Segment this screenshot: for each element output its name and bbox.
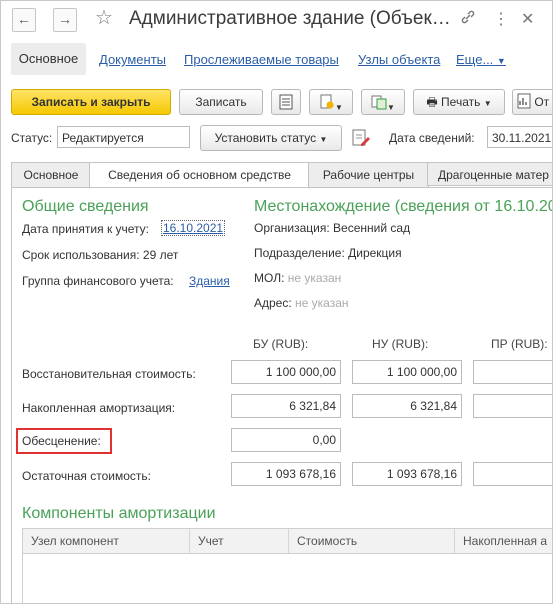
organization-text: Организация: Весенний сад bbox=[254, 221, 411, 235]
restoration-cost-pr[interactable] bbox=[473, 360, 552, 384]
caret-down-icon: ▼ bbox=[496, 56, 506, 66]
printer-icon: 🖶 bbox=[426, 95, 438, 109]
restoration-cost-nu[interactable]: 1 100 000,00 bbox=[352, 360, 462, 384]
set-status-button[interactable]: Установить статус ▼ bbox=[200, 125, 342, 151]
list-icon-button[interactable] bbox=[271, 89, 301, 115]
back-button[interactable]: ← bbox=[12, 8, 36, 32]
print-button[interactable]: 🖶 Печать ▼ bbox=[413, 89, 505, 115]
more-icon[interactable]: ⋮ bbox=[493, 9, 509, 29]
arrow-right-icon: → bbox=[58, 11, 72, 27]
residual-value-bu[interactable]: 1 093 678,16 bbox=[231, 462, 341, 486]
tab-main[interactable]: Основное bbox=[11, 162, 91, 188]
caret-down-icon: ▼ bbox=[335, 103, 343, 112]
impairment-bu[interactable]: 0,00 bbox=[231, 428, 341, 452]
caret-down-icon: ▼ bbox=[483, 99, 492, 108]
list-icon bbox=[279, 94, 293, 110]
nav-item-main[interactable]: Основное bbox=[11, 43, 86, 75]
depreciation-label: Накопленная амортизация: bbox=[22, 401, 176, 415]
forward-button[interactable]: → bbox=[53, 8, 77, 32]
usage-term: Срок использования: 29 лет bbox=[22, 248, 179, 262]
depreciation-pr[interactable] bbox=[473, 394, 552, 418]
fin-group-link[interactable]: Здания bbox=[189, 274, 230, 288]
caret-down-icon: ▼ bbox=[387, 103, 395, 112]
tab-precious-materials[interactable]: Драгоценные матер bbox=[427, 162, 552, 186]
location-section-title: Местонахождение (сведения от 16.10.2021 bbox=[254, 198, 553, 215]
report-icon bbox=[517, 93, 531, 109]
depreciation-nu[interactable]: 6 321,84 bbox=[352, 394, 462, 418]
components-section-title: Компоненты амортизации bbox=[22, 505, 216, 522]
link-icon[interactable] bbox=[460, 9, 476, 30]
save-close-button[interactable]: Записать и закрыть bbox=[11, 89, 171, 115]
arrow-left-icon: ← bbox=[17, 11, 31, 27]
date-label: Дата сведений: bbox=[389, 131, 475, 145]
window-title: Административное здание (Объек… bbox=[129, 8, 451, 29]
address-row: Адрес: не указан bbox=[254, 296, 349, 310]
report-button[interactable]: От bbox=[512, 89, 552, 115]
address-label: Адрес: bbox=[254, 296, 292, 310]
residual-value-nu[interactable]: 1 093 678,16 bbox=[352, 462, 462, 486]
header-nu: НУ (RUB): bbox=[372, 337, 429, 351]
components-table-body[interactable] bbox=[22, 553, 552, 603]
create-based-button[interactable]: ▼ bbox=[309, 89, 353, 115]
tab-asset-info[interactable]: Сведения об основном средстве bbox=[89, 162, 310, 189]
accept-date-label: Дата принятия к учету: bbox=[22, 222, 150, 236]
column-node[interactable]: Узел компонент bbox=[23, 529, 189, 553]
residual-value-pr[interactable] bbox=[473, 462, 552, 486]
depreciation-bu[interactable]: 6 321,84 bbox=[231, 394, 341, 418]
status-label: Статус: bbox=[11, 131, 53, 145]
nav-item-object-nodes[interactable]: Узлы объекта bbox=[358, 52, 440, 67]
column-cost[interactable]: Стоимость bbox=[288, 529, 454, 553]
general-section-title: Общие сведения bbox=[22, 198, 149, 215]
mol-value: не указан bbox=[287, 271, 342, 285]
tab-work-centers[interactable]: Рабочие центры bbox=[308, 162, 429, 188]
address-value: не указан bbox=[295, 296, 349, 310]
favorite-star-icon[interactable]: ☆ bbox=[95, 5, 113, 30]
header-bu: БУ (RUB): bbox=[253, 337, 309, 351]
column-accumulated[interactable]: Накопленная а bbox=[454, 529, 552, 553]
division-text: Подразделение: Дирекция bbox=[254, 246, 402, 260]
save-button[interactable]: Записать bbox=[179, 89, 263, 115]
document-gear-icon bbox=[320, 94, 334, 109]
tab-divider bbox=[11, 187, 552, 188]
fin-group-label: Группа финансового учета: bbox=[22, 274, 174, 288]
nav-item-documents[interactable]: Документы bbox=[99, 52, 166, 67]
header-pr: ПР (RUB): bbox=[491, 337, 548, 351]
restoration-cost-bu[interactable]: 1 100 000,00 bbox=[231, 360, 341, 384]
related-documents-icon bbox=[371, 95, 387, 110]
nav-item-more[interactable]: Еще... ▼ bbox=[456, 52, 506, 67]
edit-document-icon[interactable] bbox=[350, 127, 372, 152]
mol-row: МОЛ: не указан bbox=[254, 271, 341, 285]
tab-panel-border bbox=[11, 187, 12, 603]
restoration-cost-label: Восстановительная стоимость: bbox=[22, 367, 196, 381]
date-field[interactable]: 30.11.2021 bbox=[487, 126, 552, 148]
column-accounting[interactable]: Учет bbox=[189, 529, 288, 553]
accept-date-link[interactable]: 16.10.2021 bbox=[161, 220, 226, 236]
impairment-label: Обесценение: bbox=[22, 434, 101, 448]
components-table-header: Узел компонент Учет Стоимость Накопленна… bbox=[22, 528, 552, 554]
related-docs-button[interactable]: ▼ bbox=[361, 89, 405, 115]
residual-value-label: Остаточная стоимость: bbox=[22, 469, 152, 483]
nav-item-traceable-goods[interactable]: Прослеживаемые товары bbox=[184, 52, 339, 67]
form-window: ← → ☆ Административное здание (Объек… ⋮ … bbox=[0, 0, 553, 604]
status-field[interactable]: Редактируется bbox=[57, 126, 190, 148]
mol-label: МОЛ: bbox=[254, 271, 285, 285]
caret-down-icon: ▼ bbox=[319, 135, 328, 144]
close-icon[interactable]: ✕ bbox=[521, 9, 534, 29]
